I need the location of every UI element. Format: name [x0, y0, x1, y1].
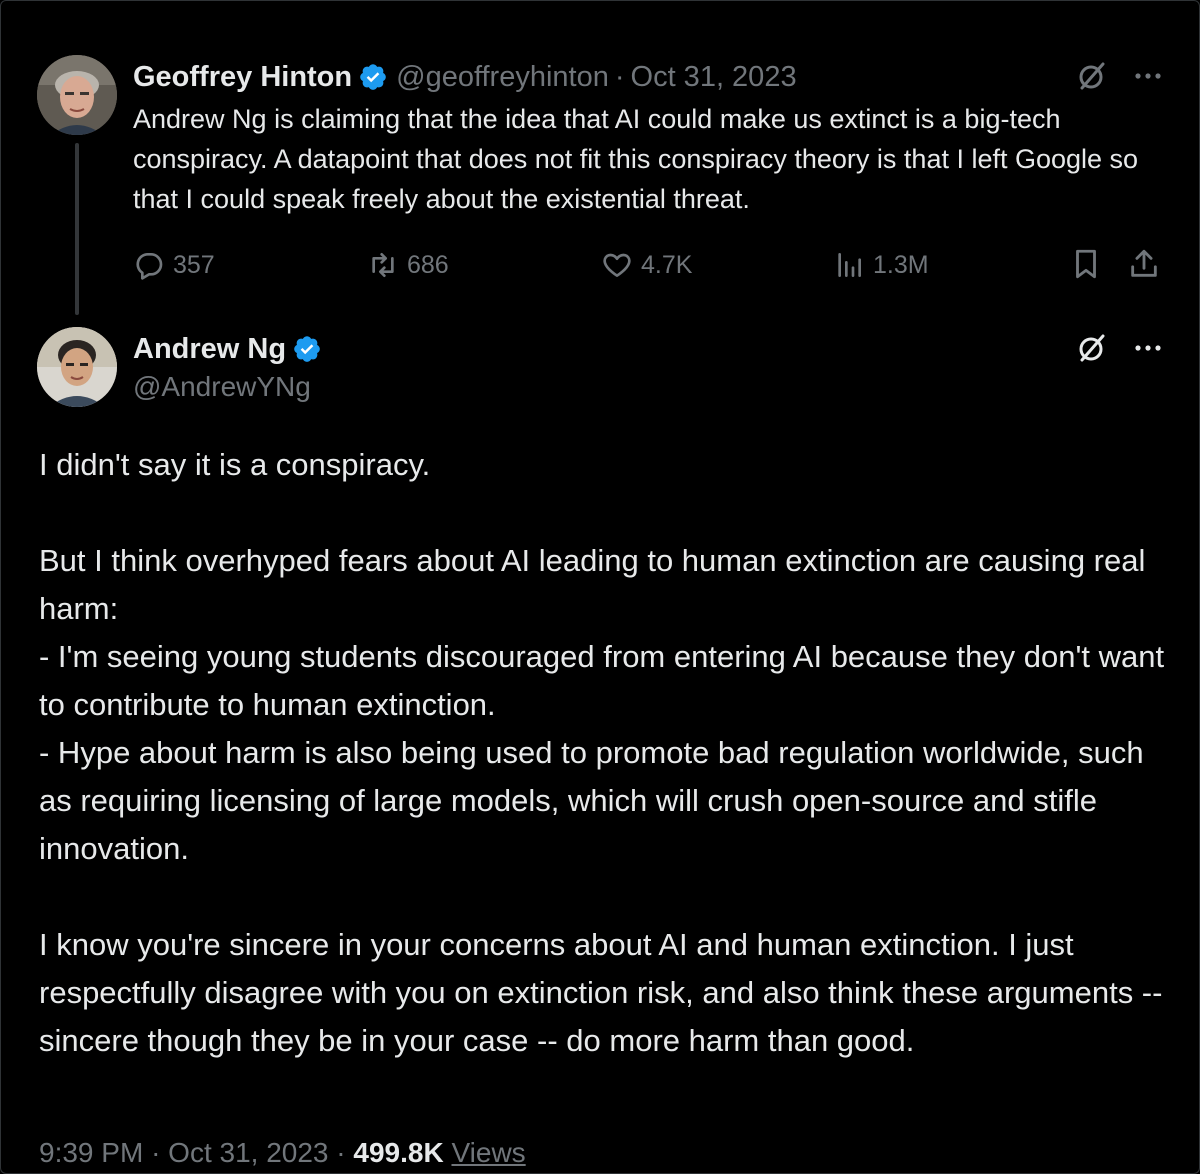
thread-connector-line — [75, 143, 79, 315]
tweet-meta-footer: 9:39 PM · Oct 31, 2023 · 499.8K Views — [39, 1137, 526, 1174]
reply-button[interactable]: 357 — [133, 245, 215, 285]
tweet-paragraph: - Hype about harm is also being used to … — [39, 735, 1144, 866]
parent-tweet-top-icons — [1075, 59, 1165, 93]
views-button[interactable]: 1.3M — [833, 245, 929, 285]
views-link[interactable]: Views — [451, 1137, 525, 1168]
repost-button[interactable]: 686 — [367, 245, 449, 285]
grok-icon[interactable] — [1075, 331, 1109, 365]
reply-count: 357 — [173, 250, 215, 279]
verified-badge-icon — [292, 334, 322, 364]
parent-tweet-text: Andrew Ng is claiming that the idea that… — [133, 104, 1139, 214]
tweet-date[interactable]: Oct 31, 2023 — [168, 1137, 328, 1168]
views-count: 1.3M — [873, 250, 929, 279]
parent-tweet-header: Geoffrey Hinton @geoffreyhinton · Oct 31… — [133, 59, 797, 95]
like-count: 4.7K — [641, 250, 693, 279]
views-icon — [833, 249, 865, 281]
more-icon[interactable] — [1131, 331, 1165, 365]
author-name[interactable]: Andrew Ng — [133, 333, 286, 366]
avatar-andrew-ng[interactable] — [37, 327, 117, 407]
tweet-paragraph: But I think overhyped fears about AI lea… — [39, 543, 1146, 626]
footer-separator: · — [151, 1137, 161, 1168]
avatar-geoffrey-hinton[interactable] — [37, 55, 117, 135]
tweet-time[interactable]: 9:39 PM — [39, 1137, 143, 1168]
tweet-paragraph: I didn't say it is a conspiracy. — [39, 447, 431, 482]
header-separator: · — [614, 60, 625, 93]
parent-tweet-actions: 357 686 4.7K 1.3M — [133, 245, 1163, 285]
reply-icon — [133, 249, 165, 281]
verified-badge-icon — [358, 62, 388, 92]
tweet-thread-view: Geoffrey Hinton @geoffreyhinton · Oct 31… — [0, 0, 1200, 1174]
repost-count: 686 — [407, 250, 449, 279]
bookmark-icon[interactable] — [1069, 247, 1103, 286]
like-icon — [601, 249, 633, 281]
author-handle[interactable]: @geoffreyhinton — [396, 61, 609, 94]
tweet-paragraph: I know you're sincere in your concerns a… — [39, 927, 1163, 1058]
main-tweet-author: Andrew Ng — [133, 331, 330, 367]
grok-icon[interactable] — [1075, 59, 1109, 93]
share-icon[interactable] — [1127, 247, 1161, 286]
tweet-paragraph: - I'm seeing young students discouraged … — [39, 639, 1165, 722]
author-name[interactable]: Geoffrey Hinton — [133, 61, 352, 94]
repost-icon — [367, 249, 399, 281]
main-tweet-text: I didn't say it is a conspiracy. But I t… — [39, 441, 1169, 1065]
like-button[interactable]: 4.7K — [601, 245, 692, 285]
views-count: 499.8K — [353, 1137, 444, 1168]
author-handle[interactable]: @AndrewYNg — [133, 371, 311, 403]
footer-separator: · — [336, 1137, 346, 1168]
more-icon[interactable] — [1131, 59, 1165, 93]
main-tweet-top-icons — [1075, 331, 1165, 365]
tweet-date[interactable]: Oct 31, 2023 — [631, 61, 797, 94]
